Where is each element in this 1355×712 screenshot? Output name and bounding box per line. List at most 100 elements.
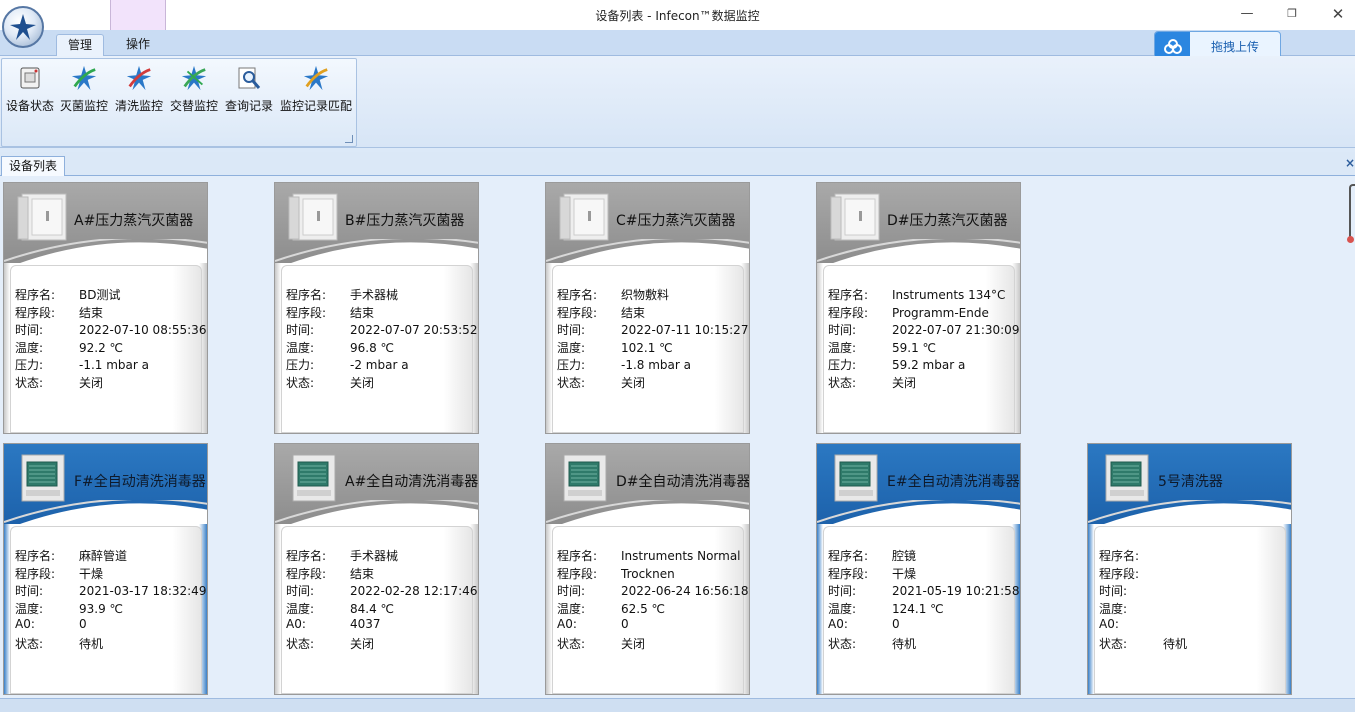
washer-device-icon <box>563 454 607 502</box>
info-row: 程序名: Instruments Normal <box>557 547 741 564</box>
info-row: 程序段: 结束 <box>15 304 103 321</box>
info-label: A0: <box>1099 617 1119 632</box>
info-value: 关闭 <box>350 376 375 390</box>
device-card[interactable]: 5号清洗器 程序名: 程序段: 时间: 温度: A0: 状态: 待机 <box>1087 443 1292 695</box>
tab-operate[interactable]: 操作 <box>112 34 164 56</box>
info-label: 压力: <box>828 358 857 373</box>
minimize-button[interactable]: — <box>1232 4 1262 24</box>
device-info-panel: 程序名: 织物敷料 程序段: 结束 时间: 2022-07-11 10:15:27 温度: 1… <box>552 265 748 433</box>
info-value: 93.9 ℃ <box>79 601 124 616</box>
scroll-indicator-icon[interactable] <box>1347 184 1355 243</box>
info-value: 关闭 <box>350 637 375 651</box>
info-row: 压力: -1.8 mbar a <box>557 356 691 373</box>
wash-monitor-button[interactable]: 清洗监控 <box>113 63 165 123</box>
device-status-label: 设备状态 <box>5 99 54 113</box>
info-value: 59.1 ℃ <box>892 340 937 355</box>
info-row: 程序名: <box>1099 547 1163 564</box>
sterilize-monitor-icon <box>69 63 99 93</box>
maximize-button[interactable]: ❐ <box>1277 4 1307 24</box>
info-label: 程序段: <box>15 566 56 581</box>
tab-manage[interactable]: 管理 <box>56 34 104 56</box>
info-row: 状态: 待机 <box>15 635 103 652</box>
group-launcher-icon[interactable] <box>345 135 353 143</box>
info-row: 压力: -1.1 mbar a <box>15 356 149 373</box>
info-label: 程序名: <box>286 549 327 563</box>
info-row: 温度: 96.8 ℃ <box>286 339 394 356</box>
info-row: 时间: 2022-07-10 08:55:36 <box>15 321 206 338</box>
info-value: 关闭 <box>621 376 646 390</box>
info-row: 程序段: Programm-Ende <box>828 304 989 321</box>
info-value: -1.1 mbar a <box>79 358 149 373</box>
info-label: 温度: <box>286 340 315 355</box>
record-match-button[interactable]: 监控记录匹配 <box>278 63 354 123</box>
info-label: 状态: <box>286 376 315 390</box>
info-row: 时间: 2022-06-24 16:56:18 <box>557 582 748 599</box>
device-info-panel: 程序名: 麻醉管道 程序段: 干燥 时间: 2021-03-17 18:32:49 温度: 9… <box>10 526 206 694</box>
info-label: 程序段: <box>15 305 56 320</box>
device-card[interactable]: D#全自动清洗消毒器 程序名: Instruments Normal 程序段: Troc… <box>545 443 750 695</box>
close-button[interactable]: ✕ <box>1323 4 1353 24</box>
ribbon-group-manage: 设备状态 灭菌监控 清洗监控 交替监控 查询记录 监控记录匹配 <box>1 58 357 147</box>
info-value: 4037 <box>350 617 381 632</box>
info-label: 状态: <box>828 376 857 390</box>
info-row: 时间: 2022-07-11 10:15:27 <box>557 321 748 338</box>
tab-device-list[interactable]: 设备列表 <box>1 156 65 177</box>
info-row: 时间: 2022-07-07 21:30:09 <box>828 321 1019 338</box>
info-row: 温度: 59.1 ℃ <box>828 339 936 356</box>
info-value: 124.1 ℃ <box>892 601 944 616</box>
info-row: 温度: <box>1099 600 1163 617</box>
device-info-panel: 程序名: 手术器械 程序段: 结束 时间: 2022-02-28 12:17:46 温度: 8… <box>281 526 477 694</box>
device-card[interactable]: F#全自动清洗消毒器 程序名: 麻醉管道 程序段: 干燥 时间: 2021-03-17 18… <box>3 443 208 695</box>
info-value: Instruments Normal <box>621 549 741 563</box>
info-value: -2 mbar a <box>350 358 409 373</box>
device-card[interactable]: E#全自动清洗消毒器 程序名: 腔镜 程序段: 干燥 时间: 2021-05-19 10:2… <box>816 443 1021 695</box>
info-row: A0: <box>1099 617 1163 631</box>
device-status-icon <box>15 63 45 93</box>
info-value: 手术器械 <box>350 288 399 302</box>
device-card[interactable]: D#压力蒸汽灭菌器 程序名: Instruments 134°C 程序段: Progra… <box>816 182 1021 434</box>
info-label: 状态: <box>1099 637 1128 651</box>
device-status-button[interactable]: 设备状态 <box>4 63 56 123</box>
info-label: 温度: <box>828 601 857 616</box>
info-row: 时间: 2022-07-07 20:53:52 <box>286 321 477 338</box>
query-record-button[interactable]: 查询记录 <box>223 63 275 123</box>
status-bar <box>0 698 1355 712</box>
device-info-panel: 程序名: BD测试 程序段: 结束 时间: 2022-07-10 08:55:36 温度: 9… <box>10 265 206 433</box>
window-title: 设备列表 - Infecon™数据监控 <box>595 9 760 23</box>
app-logo-icon[interactable] <box>2 6 44 48</box>
wash-monitor-icon <box>124 63 154 93</box>
info-label: 温度: <box>557 601 586 616</box>
info-row: 程序段: 结束 <box>286 565 374 582</box>
info-value: 麻醉管道 <box>79 549 128 563</box>
info-label: 程序段: <box>828 566 869 581</box>
info-value: 2022-07-11 10:15:27 <box>621 323 749 338</box>
sterilize-monitor-button[interactable]: 灭菌监控 <box>58 63 110 123</box>
info-value: 待机 <box>1163 637 1188 651</box>
info-value: 0 <box>892 617 900 632</box>
info-row: 温度: 93.9 ℃ <box>15 600 123 617</box>
sterilize-monitor-label: 灭菌监控 <box>59 99 108 113</box>
device-info-panel: 程序名: 程序段: 时间: 温度: A0: 状态: 待机 <box>1094 526 1286 694</box>
washer-device-icon <box>1105 454 1149 502</box>
info-row: 温度: 102.1 ℃ <box>557 339 673 356</box>
info-row: 状态: 关闭 <box>286 635 374 652</box>
device-info-panel: 程序名: 手术器械 程序段: 结束 时间: 2022-07-07 20:53:52 温度: 9… <box>281 265 477 433</box>
device-name: A#全自动清洗消毒器 <box>345 474 479 490</box>
info-label: 时间: <box>15 584 44 599</box>
info-value: 2022-07-07 20:53:52 <box>350 323 478 338</box>
info-label: 时间: <box>286 584 315 599</box>
close-tab-icon[interactable]: × <box>1345 156 1355 170</box>
device-card[interactable]: A#压力蒸汽灭菌器 程序名: BD测试 程序段: 结束 时间: 2022-07-10 08:… <box>3 182 208 434</box>
device-name: 5号清洗器 <box>1158 474 1223 490</box>
device-info-panel: 程序名: 腔镜 程序段: 干燥 时间: 2021-05-19 10:21:58 温度: 124… <box>823 526 1019 694</box>
info-label: A0: <box>15 617 35 632</box>
info-label: 状态: <box>15 637 44 651</box>
wash-monitor-label: 清洗监控 <box>114 99 163 113</box>
info-label: 时间: <box>557 584 586 599</box>
device-card[interactable]: A#全自动清洗消毒器程序名: 手术器械 程序段: 结束 时间: 2022-02-28 12… <box>274 443 479 695</box>
alternate-monitor-button[interactable]: 交替监控 <box>168 63 220 123</box>
device-card[interactable]: B#压力蒸汽灭菌器 程序名: 手术器械 程序段: 结束 时间: 2022-07-07 20:… <box>274 182 479 434</box>
device-card[interactable]: C#压力蒸汽灭菌器 程序名: 织物敷料 程序段: 结束 时间: 2022-07-11 10:… <box>545 182 750 434</box>
info-value: 2021-05-19 10:21:58 <box>892 584 1020 599</box>
info-row: 时间: <box>1099 582 1163 599</box>
